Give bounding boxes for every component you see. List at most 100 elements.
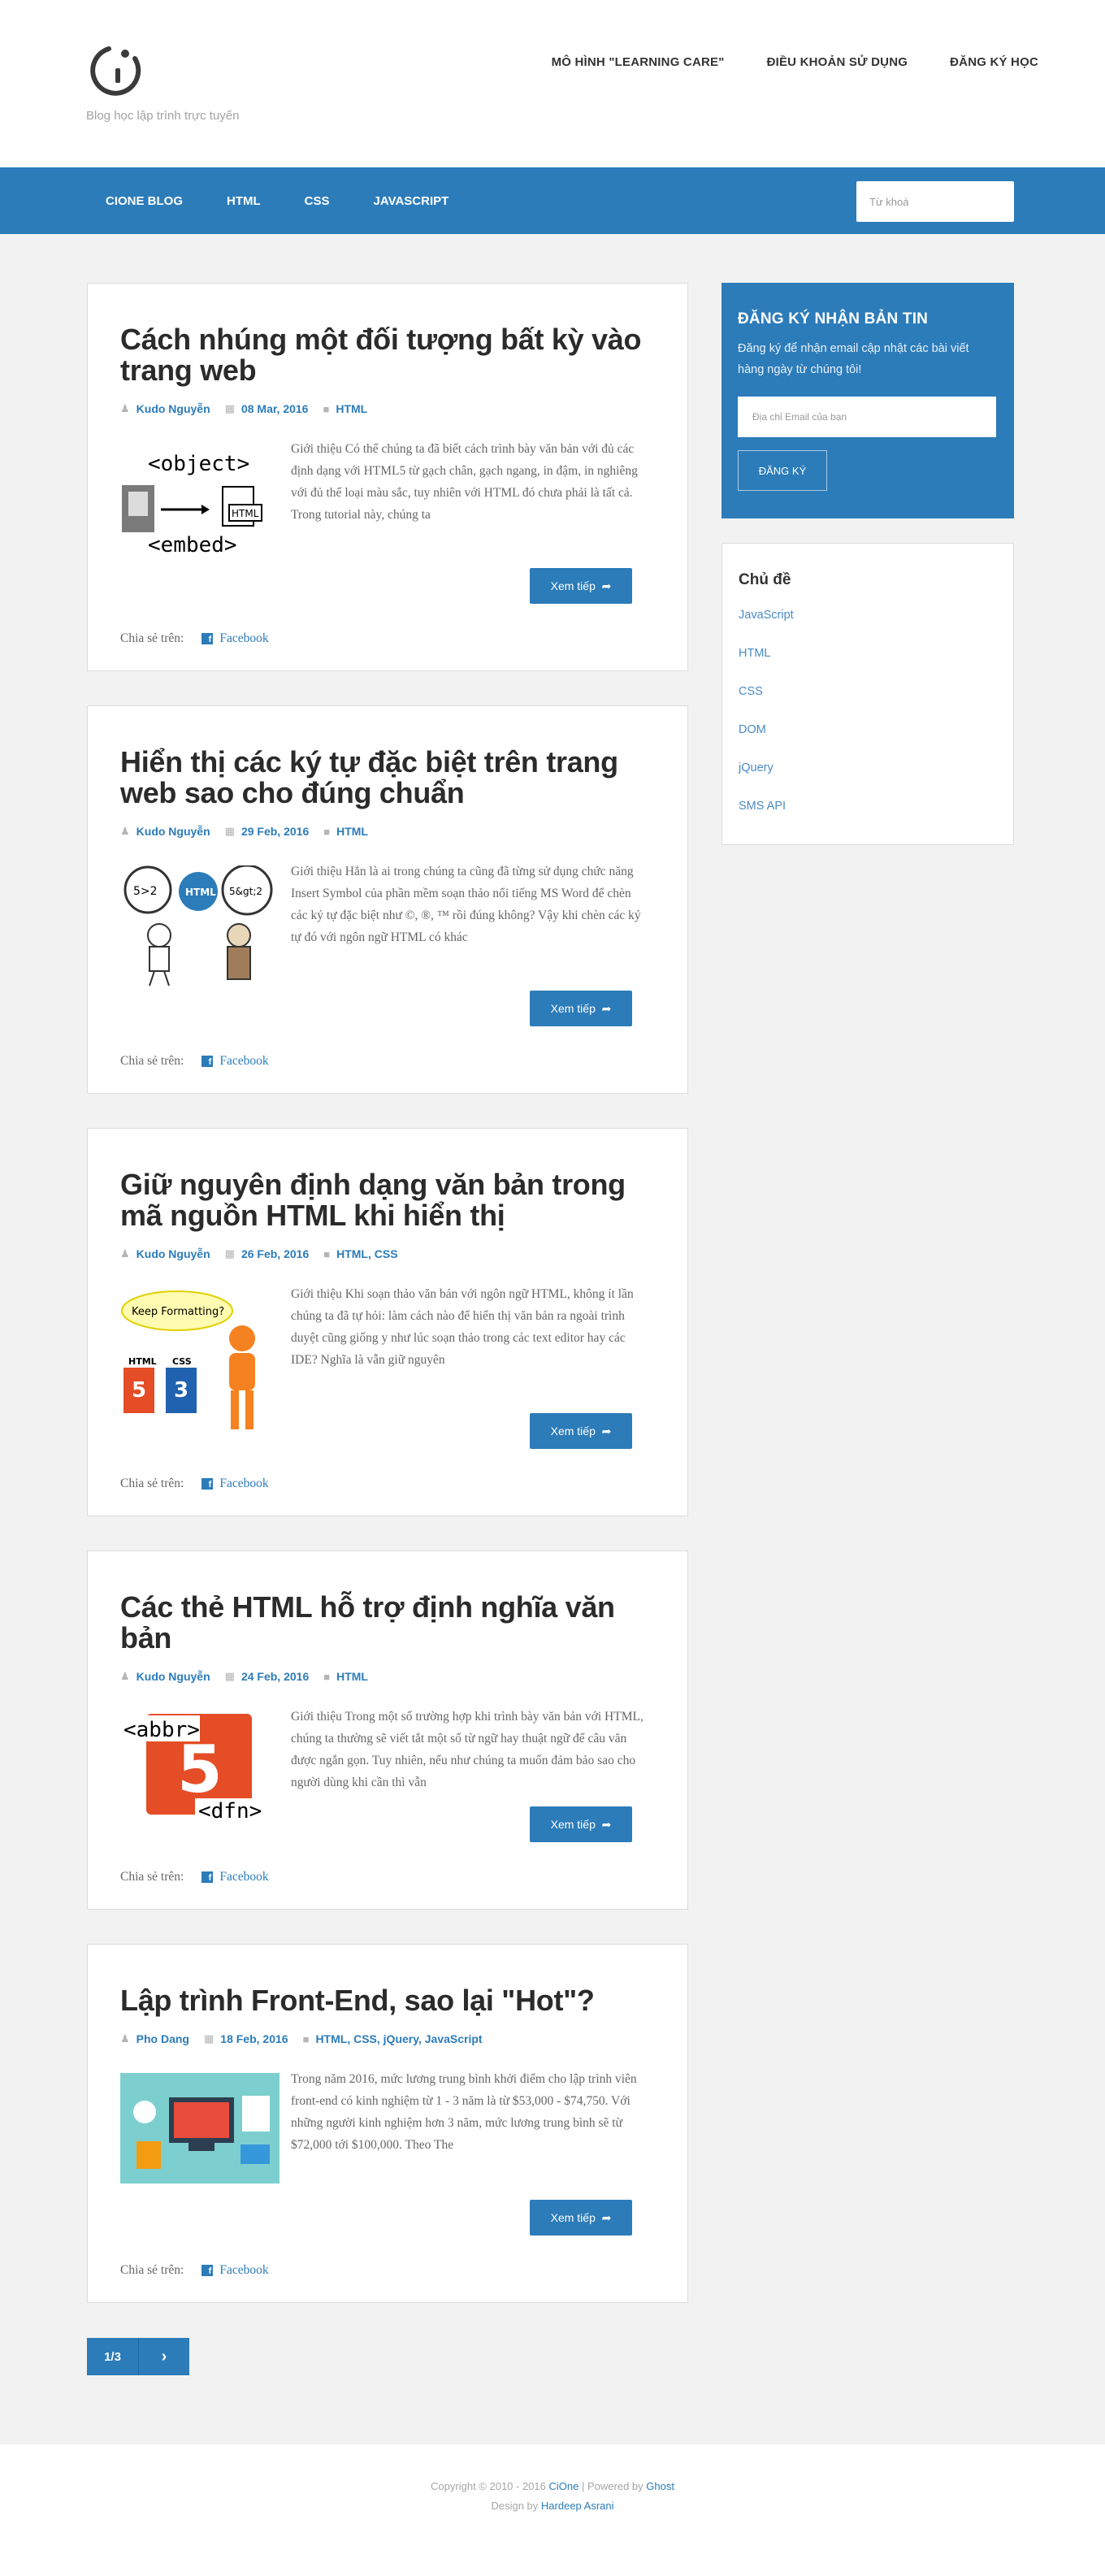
post-card: Lập trình Front-End, sao lại "Hot"? ♟ Ph… (87, 1944, 688, 2303)
nav-html[interactable]: HTML (227, 194, 261, 208)
post-author[interactable]: Kudo Nguyễn (136, 1247, 210, 1260)
topnav-learning-care[interactable]: MÔ HÌNH "LEARNING CARE" (552, 55, 725, 69)
post-body: Trong năm 2016, mức lương trung bình khở… (120, 2068, 655, 2188)
topnav-register[interactable]: ĐĂNG KÝ HỌC (950, 55, 1038, 69)
facebook-share-link[interactable]: f Facebook (202, 2263, 269, 2278)
post-card: Các thẻ HTML hỗ trợ định nghĩa văn bản ♟… (87, 1550, 688, 1910)
main-area: Cách nhúng một đối tượng bất kỳ vào tran… (0, 234, 1105, 2444)
post-thumbnail[interactable]: 5 <abbr> <dfn> (120, 1711, 280, 1826)
nav-cione-blog[interactable]: CIONE BLOG (106, 194, 183, 208)
svg-text:CSS: CSS (172, 1356, 192, 1367)
designer-link[interactable]: Hardeep Asrani (541, 2500, 614, 2512)
main-navbar: CIONE BLOG HTML CSS JAVASCRIPT (0, 167, 1105, 234)
read-more-button[interactable]: Xem tiếp ➦ (530, 2200, 632, 2236)
svg-text:5&gt;2: 5&gt;2 (229, 886, 262, 897)
subscribe-button[interactable]: ĐĂNG KÝ (738, 450, 827, 491)
post-date[interactable]: 08 Mar, 2016 (241, 402, 309, 415)
copyright-line: Copyright © 2010 - 2016 CiOne | Powered … (431, 2480, 674, 2492)
post-tags[interactable]: HTML, CSS, jQuery, JavaScript (315, 2032, 482, 2045)
topic-dom[interactable]: DOM (739, 710, 997, 748)
post-date[interactable]: 26 Feb, 2016 (241, 1247, 309, 1260)
post-meta: ♟ Kudo Nguyễn ▦ 29 Feb, 2016 ■ HTML (120, 825, 655, 838)
read-more-button[interactable]: Xem tiếp ➦ (530, 1806, 632, 1842)
svg-text:<dfn>: <dfn> (198, 1799, 262, 1824)
topic-sms-api[interactable]: SMS API (739, 787, 997, 825)
post-date[interactable]: 29 Feb, 2016 (241, 825, 309, 838)
topic-css[interactable]: CSS (739, 672, 997, 710)
svg-text:HTML: HTML (232, 508, 259, 519)
folder-icon: ■ (323, 1670, 331, 1683)
topic-html[interactable]: HTML (739, 634, 997, 672)
folder-icon: ■ (323, 402, 330, 415)
nav-javascript[interactable]: JAVASCRIPT (374, 194, 449, 208)
calendar-icon: ▦ (224, 825, 235, 837)
user-icon: ♟ (120, 825, 130, 837)
post-thumbnail[interactable]: Keep Formatting? HTML 5 CSS 3 (120, 1288, 280, 1429)
post-title[interactable]: Giữ nguyên định dạng văn bản trong mã ng… (120, 1169, 655, 1231)
post-tags[interactable]: HTML (336, 1670, 368, 1683)
newsletter-widget: ĐĂNG KÝ NHẬN BẢN TIN Đăng ký để nhận ema… (722, 283, 1014, 518)
post-meta: ♟ Pho Dang ▦ 18 Feb, 2016 ■ HTML, CSS, j… (120, 2032, 655, 2045)
share-arrow-icon: ➦ (601, 1001, 612, 1015)
svg-text:3: 3 (174, 1378, 188, 1403)
post-thumbnail[interactable]: <object> HTML <embed> (120, 443, 280, 558)
post-title[interactable]: Hiển thị các ký tự đặc biệt trên trang w… (120, 747, 655, 809)
post-author[interactable]: Kudo Nguyễn (136, 825, 210, 838)
next-page-button[interactable]: › (139, 2338, 189, 2375)
post-thumbnail[interactable] (120, 2073, 280, 2188)
share-arrow-icon: ➦ (601, 1424, 612, 1438)
read-more-button[interactable]: Xem tiếp ➦ (530, 568, 632, 604)
share-row: Chia sẻ trên: f Facebook (120, 1477, 269, 1491)
brand-link[interactable]: CiOne (549, 2480, 579, 2492)
share-arrow-icon: ➦ (601, 2210, 612, 2224)
facebook-share-link[interactable]: f Facebook (202, 1870, 269, 1884)
nav-css[interactable]: CSS (305, 194, 330, 208)
facebook-share-link[interactable]: f Facebook (202, 1477, 269, 1491)
post-author[interactable]: Pho Dang (136, 2032, 189, 2045)
post-date[interactable]: 24 Feb, 2016 (241, 1670, 309, 1683)
topnav-terms[interactable]: ĐIỀU KHOẢN SỬ DỤNG (767, 55, 908, 69)
share-row: Chia sẻ trên: f Facebook (120, 1870, 269, 1884)
facebook-share-link[interactable]: f Facebook (202, 1054, 269, 1069)
post-tags[interactable]: HTML, CSS (336, 1247, 397, 1260)
post-meta: ♟ Kudo Nguyễn ▦ 08 Mar, 2016 ■ HTML (120, 402, 655, 415)
folder-icon: ■ (323, 1247, 331, 1260)
post-meta: ♟ Kudo Nguyễn ▦ 24 Feb, 2016 ■ HTML (120, 1670, 655, 1683)
sidebar: ĐĂNG KÝ NHẬN BẢN TIN Đăng ký để nhận ema… (722, 283, 1014, 845)
site-header: Blog học lập trình trực tuyến MÔ HÌNH "L… (0, 0, 1105, 167)
read-more-button[interactable]: Xem tiếp ➦ (530, 1413, 632, 1449)
post-thumbnail[interactable]: 5>2 HTML 5&gt;2 (120, 864, 280, 987)
svg-text:HTML: HTML (128, 1356, 157, 1367)
email-field[interactable] (738, 397, 996, 437)
site-tagline: Blog học lập trình trực tuyến (86, 109, 240, 123)
top-nav: MÔ HÌNH "LEARNING CARE" ĐIỀU KHOẢN SỬ DỤ… (552, 55, 1038, 69)
read-more-button[interactable]: Xem tiếp ➦ (530, 991, 632, 1026)
svg-text:<abbr>: <abbr> (124, 1718, 200, 1742)
post-author[interactable]: Kudo Nguyễn (136, 402, 210, 415)
post-title[interactable]: Lập trình Front-End, sao lại "Hot"? (120, 1985, 655, 2016)
svg-text:5>2: 5>2 (133, 885, 158, 898)
svg-text:5: 5 (177, 1732, 223, 1807)
facebook-share-link[interactable]: f Facebook (202, 631, 269, 646)
post-title[interactable]: Cách nhúng một đối tượng bất kỳ vào tran… (120, 324, 655, 386)
post-author[interactable]: Kudo Nguyễn (136, 1670, 210, 1683)
post-tags[interactable]: HTML (336, 825, 368, 838)
user-icon: ♟ (120, 1247, 130, 1260)
navbar-menu: CIONE BLOG HTML CSS JAVASCRIPT (106, 167, 448, 234)
folder-icon: ■ (323, 825, 331, 838)
share-row: Chia sẻ trên: f Facebook (120, 1054, 269, 1069)
ghost-link[interactable]: Ghost (646, 2480, 674, 2492)
post-title[interactable]: Các thẻ HTML hỗ trợ định nghĩa văn bản (120, 1592, 655, 1654)
topics-title: Chủ đề (739, 571, 791, 588)
search-input[interactable] (856, 181, 1014, 222)
topic-jquery[interactable]: jQuery (739, 748, 997, 787)
share-row: Chia sẻ trên: f Facebook (120, 631, 269, 646)
post-date[interactable]: 18 Feb, 2016 (220, 2032, 288, 2045)
post-tags[interactable]: HTML (336, 402, 367, 415)
topic-javascript[interactable]: JavaScript (739, 596, 997, 634)
post-body: Keep Formatting? HTML 5 CSS 3 Giới thiệu… (120, 1283, 655, 1429)
topics-list: JavaScript HTML CSS DOM jQuery SMS API (739, 596, 997, 825)
topics-widget: Chủ đề JavaScript HTML CSS DOM jQuery SM… (722, 543, 1014, 845)
site-logo[interactable] (84, 44, 141, 98)
user-icon: ♟ (120, 1670, 130, 1682)
